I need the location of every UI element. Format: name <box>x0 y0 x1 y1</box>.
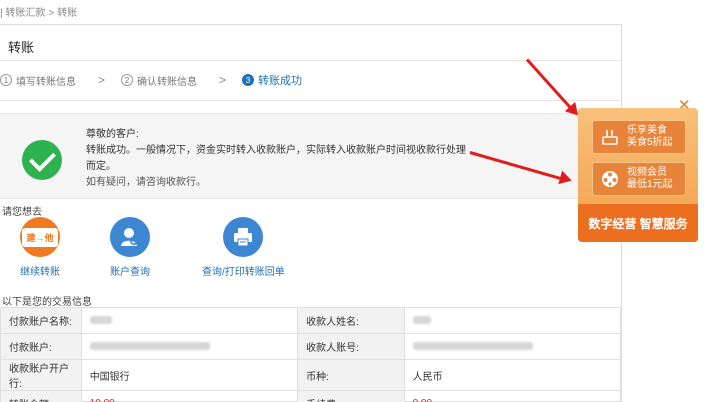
success-message-box: 尊敬的客户: 转账成功。一般情况下，资金实时转入收款账户，实际转入收款账户时间视… <box>0 113 621 199</box>
step-label: 转账成功 <box>258 75 303 87</box>
step-number: 3 <box>242 74 255 86</box>
promo-banner[interactable]: 数字经营 智慧服务 <box>578 204 698 242</box>
table-row: 转账金额: 10.00 手续费: 0.00 <box>0 390 622 402</box>
success-text: 尊敬的客户: 转账成功。一般情况下，资金实时转入收款账户，实际转入收款账户时间视… <box>86 127 466 191</box>
chevron-right-icon: > <box>98 73 106 87</box>
step-transfer-success: 3 转账成功 <box>242 72 302 88</box>
step-fill-info: 1 填写转账信息 <box>0 73 76 88</box>
print-receipt-label[interactable]: 查询/打印转账回单 <box>202 263 285 278</box>
breadcrumb-transfer-remit[interactable]: 转账汇款 <box>5 8 45 19</box>
payee-account-value <box>403 333 622 360</box>
account-query-button[interactable]: 账户查询 <box>110 217 150 278</box>
breadcrumb-current: 转账 <box>57 8 78 19</box>
breadcrumb-separator: > <box>48 8 55 19</box>
food-icon <box>599 126 621 148</box>
promo-video-line2: 最低1元起 <box>627 179 673 190</box>
payee-name-value <box>403 307 622 334</box>
transaction-info-table: 付款账户名称: 收款人姓名: 付款账户: 收款人账号: 收款账户开户行: 中国银… <box>0 307 622 402</box>
payee-name-label: 收款人姓名: <box>297 307 405 334</box>
progress-steps: 1 填写转账信息 > 2 确认转账信息 > 3 转账成功 <box>0 69 302 91</box>
promo-food-line1: 乐享美食 <box>627 125 667 136</box>
fee-value: 0.00 <box>403 390 622 402</box>
table-row: 收款账户开户行: 中国银行 币种: 人民币 <box>0 359 622 391</box>
steps-divider <box>0 100 621 101</box>
user-search-icon[interactable] <box>110 217 150 257</box>
checkmark-icon <box>22 140 62 180</box>
step-confirm-info: 2 确认转账信息 <box>121 73 197 88</box>
masked-value <box>89 316 112 325</box>
payer-account-label: 付款账户: <box>0 333 82 360</box>
payee-account-label: 收款人账号: <box>297 333 405 360</box>
table-row: 付款账户名称: 收款人姓名: <box>0 307 622 334</box>
next-actions: 建→他 继续转账 账户查询 查询/打印转账回单 <box>20 217 323 278</box>
currency-value: 人民币 <box>403 359 622 391</box>
promo-popup[interactable]: 乐享美食 美食5折起 视频会员 最低1元起 数字经营 智慧服务 <box>578 108 698 242</box>
breadcrumb-prefix: | <box>0 8 3 19</box>
film-reel-icon <box>599 168 621 190</box>
next-actions-title: 请您想去 <box>2 207 42 218</box>
fee-label: 手续费: <box>297 390 405 402</box>
transaction-info-title: 以下是您的交易信息 <box>2 297 92 308</box>
payee-bank-label: 收款账户开户行: <box>0 359 82 391</box>
continue-transfer-label[interactable]: 继续转账 <box>20 263 60 278</box>
amount-label: 转账金额: <box>0 390 82 402</box>
breadcrumb: | 转账汇款 > 转账 <box>0 4 77 19</box>
success-message: 转账成功。一般情况下，资金实时转入收款账户，实际转入收款账户时间视收款行处理而定… <box>86 145 466 172</box>
continue-transfer-button[interactable]: 建→他 继续转账 <box>20 217 60 278</box>
printer-icon[interactable] <box>223 217 264 257</box>
masked-value <box>412 342 533 351</box>
promo-food-card[interactable]: 乐享美食 美食5折起 <box>592 120 686 154</box>
payer-name-value <box>80 307 299 334</box>
masked-value <box>89 342 210 351</box>
table-row: 付款账户: 收款人账号: <box>0 333 622 360</box>
payee-bank-value: 中国银行 <box>80 359 299 391</box>
payer-name-label: 付款账户名称: <box>0 307 82 334</box>
promo-video-card[interactable]: 视频会员 最低1元起 <box>592 162 686 196</box>
currency-label: 币种: <box>297 359 405 391</box>
page-title: 转账 <box>8 40 35 55</box>
print-receipt-button[interactable]: 查询/打印转账回单 <box>202 217 285 278</box>
step-number: 2 <box>121 74 134 86</box>
amount-value: 10.00 <box>80 390 299 402</box>
step-label: 确认转账信息 <box>137 76 198 88</box>
greeting: 尊敬的客户: <box>86 129 139 140</box>
payer-account-value <box>80 333 299 360</box>
contact-hint: 如有疑问，请咨询收款行。 <box>86 177 206 188</box>
promo-food-line2: 美食5折起 <box>627 137 673 148</box>
step-label: 填写转账信息 <box>16 76 76 88</box>
step-number: 1 <box>0 74 12 86</box>
masked-value <box>412 316 431 325</box>
chevron-right-icon: > <box>219 73 227 87</box>
transfer-icon[interactable]: 建→他 <box>20 217 60 257</box>
promo-video-line1: 视频会员 <box>627 167 667 178</box>
promo-video-text: 视频会员 最低1元起 <box>627 167 673 191</box>
account-query-label[interactable]: 账户查询 <box>110 263 150 278</box>
promo-food-text: 乐享美食 美食5折起 <box>627 125 673 149</box>
